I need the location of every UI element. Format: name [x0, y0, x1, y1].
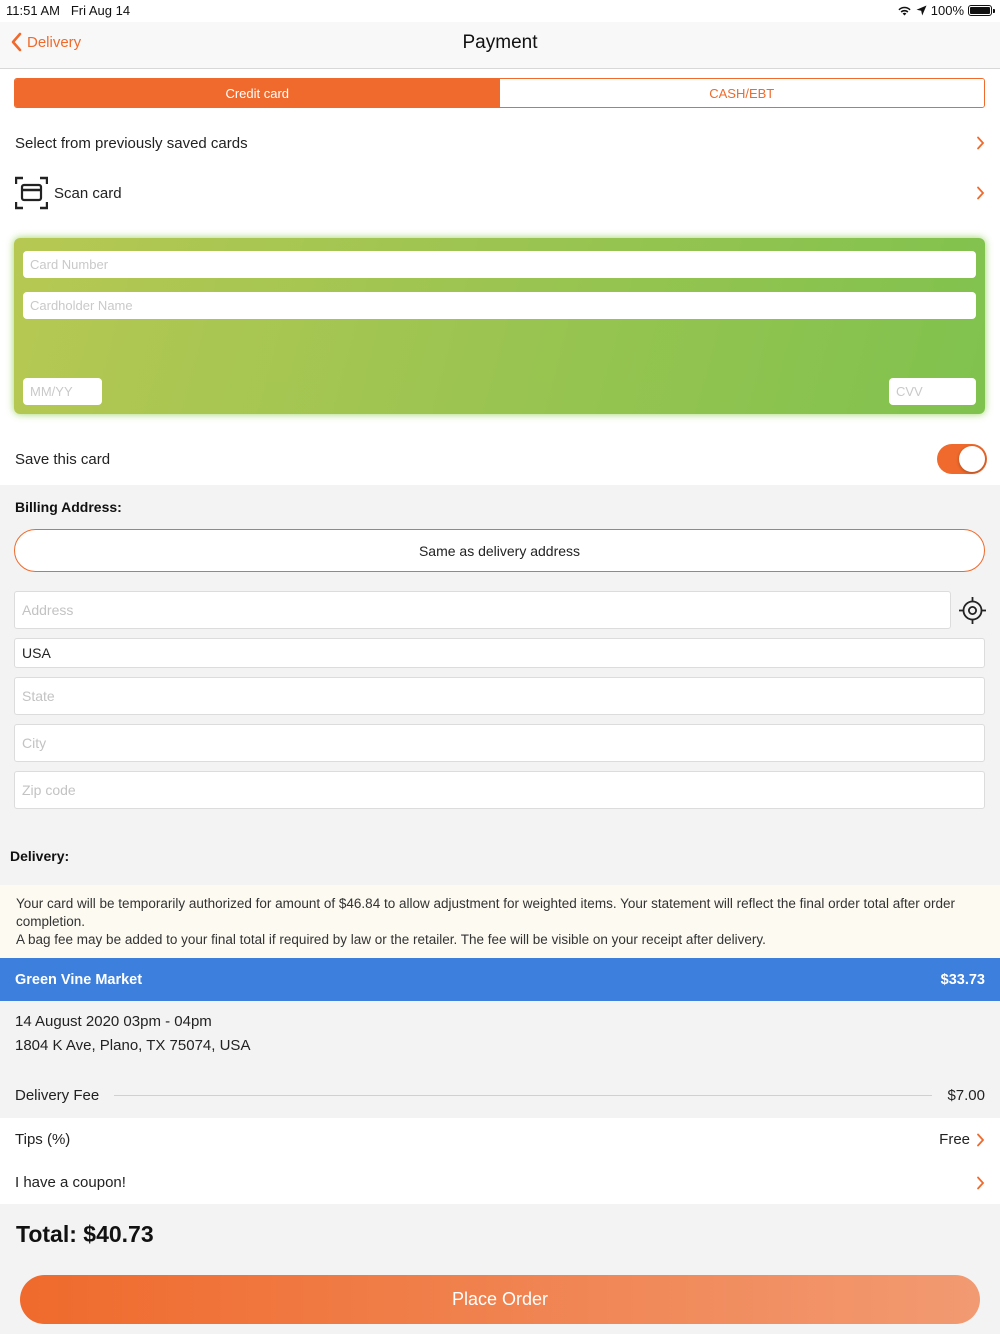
saved-cards-label: Select from previously saved cards: [15, 134, 248, 152]
state-field: [14, 677, 985, 715]
status-bar: 11:51 AM Fri Aug 14 100%: [0, 0, 1000, 22]
payment-method-tabs: Credit card CASH/EBT: [14, 78, 985, 108]
status-right: 100%: [897, 3, 995, 18]
coupon-row[interactable]: I have a coupon!: [0, 1161, 1000, 1204]
save-card-toggle[interactable]: [937, 444, 987, 474]
country-input[interactable]: [15, 639, 984, 667]
chevron-right-icon: [977, 186, 985, 200]
billing-title: Billing Address:: [15, 499, 122, 515]
store-name: Green Vine Market: [15, 971, 143, 988]
tab-credit-card[interactable]: Credit card: [15, 79, 500, 107]
city-input[interactable]: [15, 725, 984, 761]
coupon-label: I have a coupon!: [15, 1174, 126, 1191]
zip-field: [14, 771, 985, 809]
same-as-delivery-button[interactable]: Same as delivery address: [14, 529, 985, 572]
zip-input[interactable]: [15, 772, 984, 808]
store-total: $33.73: [940, 971, 985, 988]
order-total: Total: $40.73: [16, 1221, 154, 1247]
page-title: Payment: [462, 32, 538, 53]
chevron-right-icon: [977, 136, 985, 150]
chevron-right-icon: [977, 1176, 985, 1189]
scan-card-row[interactable]: Scan card: [15, 176, 985, 210]
store-header: Green Vine Market $33.73: [0, 958, 1000, 1001]
delivery-title: Delivery:: [10, 848, 70, 864]
order-footer: Total: $40.73 Place Order: [0, 1204, 1000, 1334]
battery-icon: [968, 5, 995, 16]
address-field: [14, 591, 951, 629]
cvv-input[interactable]: [889, 378, 976, 405]
location-arrow-icon: [916, 5, 927, 16]
delivery-fee-row: Delivery Fee $7.00: [15, 1087, 985, 1104]
tips-value: Free: [939, 1131, 970, 1148]
credit-card-form: [14, 238, 985, 414]
address-input[interactable]: [15, 592, 950, 628]
notice-authorization-text: Your card will be temporarily authorized…: [16, 896, 955, 929]
notice-bag-fee-text: A bag fee may be added to your final tot…: [16, 932, 766, 947]
cardholder-name-input[interactable]: [23, 292, 976, 319]
toggle-knob: [959, 446, 985, 472]
fee-divider: [114, 1095, 933, 1096]
scan-card-label: Scan card: [54, 184, 122, 202]
city-field: [14, 724, 985, 762]
authorization-notice: Your card will be temporarily authorized…: [0, 885, 1000, 958]
delivery-time-slot: 14 August 2020 03pm - 04pm: [15, 1013, 212, 1030]
saved-cards-row[interactable]: Select from previously saved cards: [15, 132, 985, 154]
tips-right: Free: [939, 1131, 985, 1148]
place-order-button[interactable]: Place Order: [20, 1275, 980, 1324]
delivery-address: 1804 K Ave, Plano, TX 75074, USA: [15, 1037, 251, 1054]
locate-button[interactable]: [958, 596, 987, 630]
delivery-fee-label: Delivery Fee: [15, 1087, 100, 1104]
status-time-date: 11:51 AM Fri Aug 14: [6, 3, 131, 18]
tab-cash-ebt[interactable]: CASH/EBT: [499, 79, 984, 107]
wifi-icon: [898, 6, 911, 16]
battery-percent: 100%: [930, 3, 964, 18]
delivery-fee-value: $7.00: [947, 1087, 985, 1104]
tips-label: Tips (%): [15, 1131, 71, 1148]
scan-card-icon: [15, 176, 48, 210]
save-card-row: Save this card: [15, 444, 987, 474]
expiry-input[interactable]: [23, 378, 102, 405]
state-input[interactable]: [15, 678, 984, 714]
scan-card-left: Scan card: [15, 176, 122, 210]
crosshair-icon: [959, 597, 986, 624]
country-field: [14, 638, 985, 668]
save-card-label: Save this card: [15, 450, 111, 468]
card-number-input[interactable]: [23, 251, 976, 278]
navigation-bar: Delivery Payment: [0, 22, 1000, 69]
tips-row[interactable]: Tips (%) Free: [0, 1118, 1000, 1161]
chevron-right-icon: [977, 1133, 985, 1146]
